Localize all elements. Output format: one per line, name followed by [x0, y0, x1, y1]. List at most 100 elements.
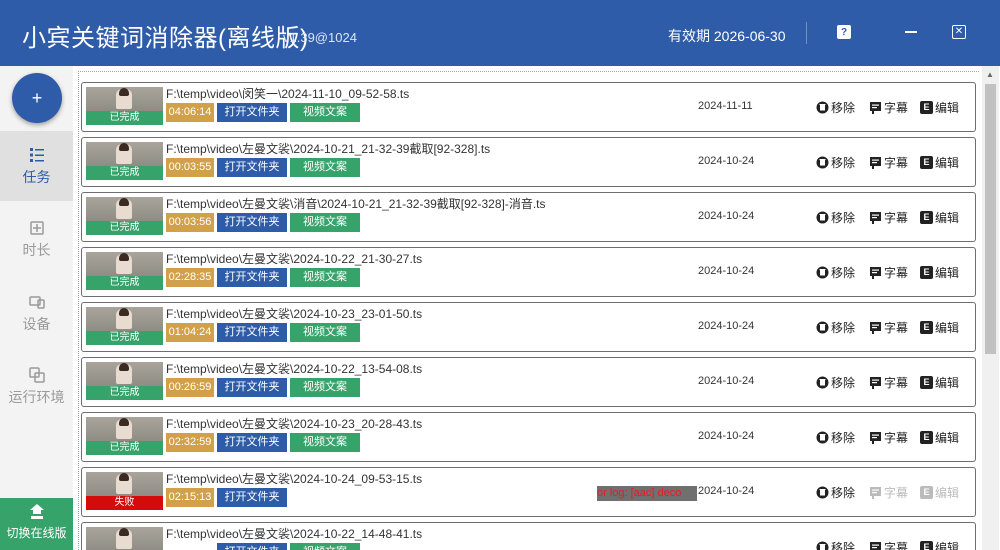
subtitle-button[interactable]: 字幕 — [869, 483, 908, 501]
subtitle-button[interactable]: 字幕 — [869, 428, 908, 446]
edit-icon: E — [920, 100, 933, 114]
edit-label: 编辑 — [935, 155, 960, 170]
task-file-path: F:\temp\video\左曼文裟\2024-10-23_23-01-50.t… — [166, 307, 423, 321]
close-button[interactable]: ✕ — [952, 25, 966, 39]
scrollbar-thumb[interactable] — [985, 84, 996, 354]
remove-button[interactable]: 移除 — [816, 373, 855, 391]
subtitle-icon — [870, 266, 881, 279]
edit-button[interactable]: E 编辑 — [920, 538, 959, 550]
remove-button[interactable]: 移除 — [816, 483, 855, 501]
edit-button[interactable]: E 编辑 — [920, 428, 959, 446]
video-copy-button[interactable]: 视频文案 — [290, 213, 360, 232]
video-thumbnail: 已完成 — [86, 87, 163, 125]
switch-online-button[interactable]: 切换在线版 — [0, 498, 73, 550]
subtitle-icon — [870, 486, 881, 499]
task-list-panel: 已完成 F:\temp\video\闵笑一\2024-11-10_09-52-5… — [73, 66, 1000, 550]
device-icon — [28, 296, 45, 309]
video-copy-button[interactable]: 视频文案 — [290, 433, 360, 452]
environment-icon — [28, 367, 45, 383]
open-folder-button[interactable]: 打开文件夹 — [217, 378, 287, 397]
help-button[interactable]: ? — [837, 25, 851, 39]
remove-button[interactable]: 移除 — [816, 208, 855, 226]
subtitle-button[interactable]: 字幕 — [869, 318, 908, 336]
trash-icon — [816, 101, 829, 113]
edit-label: 编辑 — [935, 430, 960, 445]
task-file-path: F:\temp\video\左曼文裟\消音\2024-10-21_21-32-3… — [166, 197, 546, 211]
open-folder-button[interactable]: 打开文件夹 — [217, 433, 287, 452]
subtitle-button[interactable]: 字幕 — [869, 373, 908, 391]
task-date: 2024-10-24 — [698, 430, 755, 442]
edit-button[interactable]: E 编辑 — [920, 483, 959, 501]
trash-icon — [816, 211, 829, 223]
switch-arrows-icon — [29, 504, 44, 519]
remove-button[interactable]: 移除 — [816, 153, 855, 171]
video-thumbnail: 已完成 — [86, 362, 163, 400]
edit-icon: E — [920, 210, 933, 224]
remove-button[interactable]: 移除 — [816, 263, 855, 281]
video-copy-button[interactable]: 视频文案 — [290, 378, 360, 397]
remove-button[interactable]: 移除 — [816, 538, 855, 550]
task-list[interactable]: 已完成 F:\temp\video\闵笑一\2024-11-10_09-52-5… — [78, 71, 979, 550]
open-folder-button[interactable]: 打开文件夹 — [217, 488, 287, 507]
edit-label: 编辑 — [935, 100, 960, 115]
video-copy-button[interactable]: 视频文案 — [290, 323, 360, 342]
remove-button[interactable]: 移除 — [816, 428, 855, 446]
edit-button[interactable]: E 编辑 — [920, 318, 959, 336]
open-folder-button[interactable]: 打开文件夹 — [217, 213, 287, 232]
edit-button[interactable]: E 编辑 — [920, 373, 959, 391]
remove-button[interactable]: 移除 — [816, 98, 855, 116]
edit-button[interactable]: E 编辑 — [920, 263, 959, 281]
edit-button[interactable]: E 编辑 — [920, 208, 959, 226]
open-folder-button[interactable]: 打开文件夹 — [217, 103, 287, 122]
edit-icon: E — [920, 155, 933, 169]
task-status-badge: 已完成 — [86, 386, 163, 400]
task-row: 失败 F:\temp\video\左曼文裟\2024-10-24_09-53-1… — [81, 467, 976, 517]
add-task-button[interactable]: + — [12, 73, 62, 123]
video-copy-button[interactable]: 视频文案 — [290, 268, 360, 287]
task-file-path: F:\temp\video\左曼文裟\2024-10-21_21-32-39截取… — [166, 142, 491, 156]
task-date: 2024-10-24 — [698, 155, 755, 167]
edit-button[interactable]: E 编辑 — [920, 98, 959, 116]
task-file-path: F:\temp\video\闵笑一\2024-11-10_09-52-58.ts — [166, 87, 410, 101]
trash-icon — [816, 486, 829, 498]
sidebar-item-device[interactable]: 设备 — [0, 278, 73, 348]
sidebar-item-environment[interactable]: 运行环境 — [0, 351, 73, 421]
subtitle-label: 字幕 — [884, 430, 909, 445]
open-folder-button[interactable]: 打开文件夹 — [217, 323, 287, 342]
task-date: 2024-10-24 — [698, 485, 755, 497]
open-folder-button[interactable]: 打开文件夹 — [217, 543, 287, 550]
task-file-path: F:\temp\video\左曼文裟\2024-10-23_20-28-43.t… — [166, 417, 423, 431]
minimize-button[interactable] — [904, 25, 918, 39]
open-folder-button[interactable]: 打开文件夹 — [217, 158, 287, 177]
task-row: 已完成 F:\temp\video\左曼文裟\2024-10-22_14-48-… — [81, 522, 976, 550]
video-copy-button[interactable]: 视频文案 — [290, 543, 360, 550]
subtitle-button[interactable]: 字幕 — [869, 153, 908, 171]
subtitle-button[interactable]: 字幕 — [869, 208, 908, 226]
remove-label: 移除 — [831, 320, 856, 335]
subtitle-button[interactable]: 字幕 — [869, 538, 908, 550]
remove-button[interactable]: 移除 — [816, 318, 855, 336]
sidebar-item-tasks[interactable]: 任务 — [0, 131, 73, 201]
video-thumbnail: 已完成 — [86, 417, 163, 455]
edit-label: 编辑 — [935, 540, 960, 550]
video-thumbnail: 已完成 — [86, 197, 163, 235]
open-folder-button[interactable]: 打开文件夹 — [217, 268, 287, 287]
video-duration: 02:28:35 — [166, 268, 214, 287]
video-copy-button[interactable]: 视频文案 — [290, 158, 360, 177]
remove-label: 移除 — [831, 155, 856, 170]
subtitle-button[interactable]: 字幕 — [869, 98, 908, 116]
scroll-up-icon[interactable]: ▲ — [986, 70, 994, 79]
task-date: 2024-10-24 — [698, 210, 755, 222]
subtitle-button[interactable]: 字幕 — [869, 263, 908, 281]
task-file-path: F:\temp\video\左曼文裟\2024-10-22_13-54-08.t… — [166, 362, 423, 376]
edit-label: 编辑 — [935, 320, 960, 335]
task-status-badge: 失败 — [86, 496, 163, 510]
edit-button[interactable]: E 编辑 — [920, 153, 959, 171]
video-duration: 00:03:55 — [166, 158, 214, 177]
video-copy-button[interactable]: 视频文案 — [290, 103, 360, 122]
sidebar-item-duration[interactable]: 时长 — [0, 204, 73, 274]
video-thumbnail: 已完成 — [86, 142, 163, 180]
titlebar-divider — [806, 22, 807, 44]
vertical-scrollbar[interactable]: ▲ — [982, 66, 999, 550]
app-version: v1.39@1024 — [283, 30, 357, 45]
